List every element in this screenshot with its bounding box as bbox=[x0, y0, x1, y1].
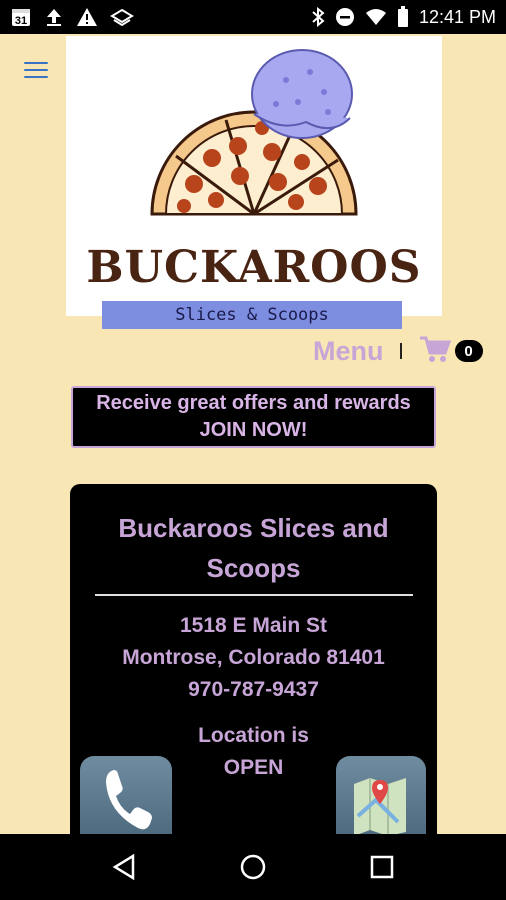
status-bar: 31 12:41 PM bbox=[0, 0, 506, 34]
hamburger-menu-icon[interactable] bbox=[24, 60, 48, 80]
menu-link[interactable]: Menu bbox=[313, 336, 384, 367]
battery-icon bbox=[397, 6, 409, 28]
bluetooth-icon bbox=[311, 7, 325, 27]
cart-button[interactable]: 0 bbox=[419, 335, 483, 368]
hamburger-line bbox=[24, 76, 48, 78]
upload-icon bbox=[44, 7, 64, 27]
join-now-link[interactable]: JOIN NOW! bbox=[73, 416, 434, 444]
location-phone[interactable]: 970-787-9437 bbox=[70, 674, 437, 706]
location-city: Montrose, Colorado 81401 bbox=[122, 646, 385, 669]
logo[interactable]: BUCKAROOS Slices & Scoops bbox=[66, 36, 442, 329]
do-not-disturb-icon bbox=[335, 7, 355, 27]
logo-tagline: Slices & Scoops bbox=[102, 301, 402, 329]
location-status-label: Location is bbox=[198, 724, 309, 747]
promo-line: Receive great offers and rewards bbox=[96, 392, 411, 414]
wifi-icon bbox=[365, 8, 387, 26]
recents-icon[interactable] bbox=[362, 847, 402, 887]
location-street: 1518 E Main St bbox=[179, 614, 328, 637]
status-time: 12:41 PM bbox=[418, 6, 496, 27]
divider bbox=[94, 594, 413, 596]
navigation-bar bbox=[0, 834, 506, 900]
calendar-icon: 31 bbox=[10, 6, 32, 28]
home-icon[interactable] bbox=[233, 847, 273, 887]
cart-count-badge: 0 bbox=[454, 340, 483, 362]
shopping-cart-icon bbox=[419, 335, 451, 368]
back-icon[interactable] bbox=[104, 847, 144, 887]
logo-name: BUCKAROOS bbox=[86, 242, 422, 293]
join-rewards-banner[interactable]: Receive great offers and rewards JOIN NO… bbox=[71, 386, 436, 448]
divider bbox=[399, 343, 402, 359]
status-left-icons: 31 bbox=[10, 6, 134, 28]
layers-icon bbox=[110, 7, 134, 27]
status-right-icons: 12:41 PM bbox=[311, 6, 496, 28]
location-name: Buckaroos Slices and Scoops bbox=[118, 513, 389, 583]
calendar-day: 31 bbox=[15, 15, 27, 27]
menu-row: Menu 0 bbox=[300, 332, 490, 370]
warning-icon bbox=[76, 7, 98, 27]
hamburger-line bbox=[24, 69, 48, 71]
hamburger-line bbox=[24, 62, 48, 64]
map-button[interactable] bbox=[336, 756, 426, 836]
call-button[interactable] bbox=[80, 756, 172, 836]
